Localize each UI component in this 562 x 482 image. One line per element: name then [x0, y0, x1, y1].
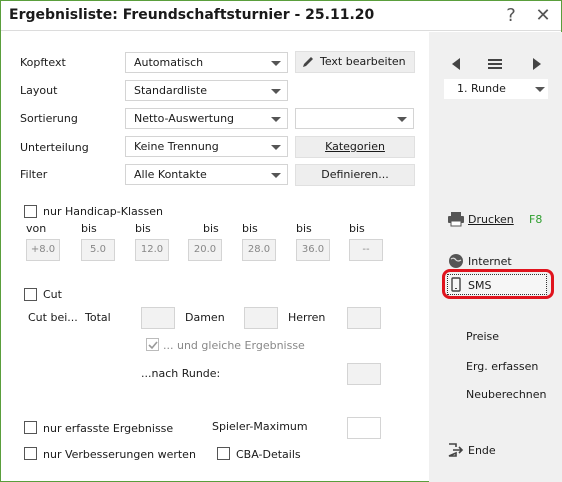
hcp-value-field[interactable]: -- — [349, 239, 383, 261]
runde-select[interactable]: 1. Runde — [444, 79, 548, 99]
sortierung-label: Sortierung — [20, 112, 78, 125]
menu-icon[interactable] — [487, 58, 503, 70]
gleiche-ergebnisse-checkbox[interactable] — [146, 338, 159, 351]
arrow-right-icon[interactable] — [531, 57, 543, 71]
kategorien-button[interactable]: Kategorien — [295, 136, 415, 158]
erfasste-ergebnisse-label: nur erfasste Ergebnisse — [43, 422, 174, 435]
spieler-maximum-label: Spieler-Maximum — [212, 420, 308, 433]
drucken-button[interactable]: Drucken — [468, 213, 514, 226]
result-list-dialog: Ergebnisliste: Freundschaftsturnier - 25… — [0, 0, 562, 482]
sortierung-value: Netto-Auswertung — [134, 112, 235, 125]
sortierung-secondary-select[interactable] — [295, 108, 414, 129]
text-bearbeiten-button[interactable]: Text bearbeiten — [295, 51, 415, 73]
unterteilung-label: Unterteilung — [20, 141, 89, 154]
kategorien-label: Kategorien — [325, 140, 385, 153]
verbesserungen-label: nur Verbesserungen werten — [43, 448, 196, 461]
internet-button[interactable]: Internet — [468, 255, 512, 268]
hcp-value-field[interactable]: 5.0 — [81, 239, 115, 261]
filter-label: Filter — [20, 168, 48, 181]
sms-button[interactable] — [447, 274, 547, 295]
hcp-value-field[interactable]: 36.0 — [296, 239, 330, 261]
chevron-down-icon — [271, 145, 281, 150]
hcp-header: bis — [81, 222, 97, 235]
layout-select[interactable]: Standardliste — [125, 80, 288, 101]
filter-value: Alle Kontakte — [134, 168, 207, 181]
runde-value: 1. Runde — [457, 82, 506, 95]
unterteilung-select[interactable]: Keine Trennung — [125, 136, 288, 157]
gleiche-ergebnisse-label: ... und gleiche Ergebnisse — [163, 339, 305, 352]
sortierung-select[interactable]: Netto-Auswertung — [125, 108, 288, 129]
damen-field[interactable] — [244, 307, 278, 329]
hcp-value-field[interactable]: +8.0 — [26, 239, 60, 261]
hcp-header: bis — [203, 222, 219, 235]
drucken-label: Drucken — [468, 213, 514, 226]
nach-runde-label: ...nach Runde: — [141, 367, 221, 380]
cut-checkbox[interactable] — [24, 288, 37, 301]
neuberechnen-button[interactable]: Neuberechnen — [466, 388, 547, 401]
pencil-icon — [303, 57, 313, 67]
chevron-down-icon — [271, 61, 281, 66]
close-button[interactable]: ✕ — [530, 4, 556, 28]
erfasste-ergebnisse-checkbox[interactable] — [24, 421, 37, 434]
cut-bei-label: Cut bei... — [28, 311, 78, 324]
hcp-header: bis — [349, 222, 365, 235]
kopftext-label: Kopftext — [20, 56, 66, 69]
herren-label: Herren — [288, 311, 326, 324]
chevron-down-icon — [397, 117, 407, 122]
herren-field[interactable] — [347, 307, 381, 329]
handicap-checkbox-label: nur Handicap-Klassen — [43, 205, 163, 218]
exit-icon — [448, 443, 464, 457]
chevron-down-icon — [535, 87, 545, 92]
hcp-value-field[interactable]: 28.0 — [242, 239, 276, 261]
preise-button[interactable]: Preise — [466, 330, 499, 343]
layout-value: Standardliste — [134, 84, 207, 97]
nach-runde-field[interactable] — [347, 363, 381, 385]
total-label: Total — [85, 311, 111, 324]
help-button[interactable]: ? — [498, 4, 524, 28]
cba-details-checkbox[interactable] — [217, 447, 230, 460]
hcp-header: von — [26, 222, 47, 235]
checkmark-icon — [148, 341, 158, 350]
chevron-down-icon — [271, 117, 281, 122]
arrow-left-icon[interactable] — [450, 57, 462, 71]
hcp-header: bis — [296, 222, 312, 235]
hcp-header: bis — [135, 222, 151, 235]
title-bar: Ergebnisliste: Freundschaftsturnier - 25… — [1, 1, 561, 31]
chevron-down-icon — [271, 89, 281, 94]
drucken-shortcut: F8 — [529, 213, 543, 226]
kopftext-select[interactable]: Automatisch — [125, 52, 288, 73]
phone-icon — [451, 277, 461, 292]
spieler-maximum-field[interactable] — [347, 417, 381, 439]
layout-label: Layout — [20, 84, 58, 97]
text-bearbeiten-label: Text bearbeiten — [320, 55, 406, 68]
handicap-checkbox[interactable] — [24, 205, 37, 218]
printer-icon — [448, 212, 464, 227]
filter-select[interactable]: Alle Kontakte — [125, 164, 288, 185]
sms-label: SMS — [468, 279, 492, 292]
unterteilung-value: Keine Trennung — [134, 140, 219, 153]
globe-icon — [449, 254, 463, 268]
hcp-value-field[interactable]: 12.0 — [135, 239, 169, 261]
definieren-label: Definieren... — [321, 168, 389, 181]
cut-checkbox-label: Cut — [43, 288, 62, 301]
kopftext-value: Automatisch — [134, 56, 204, 69]
total-field[interactable] — [141, 307, 175, 329]
definieren-button[interactable]: Definieren... — [295, 164, 415, 186]
hcp-header: bis — [242, 222, 258, 235]
window-title: Ergebnisliste: Freundschaftsturnier - 25… — [9, 7, 375, 23]
hcp-value-field[interactable]: 20.0 — [188, 239, 222, 261]
erg-erfassen-button[interactable]: Erg. erfassen — [466, 360, 538, 373]
cba-details-label: CBA-Details — [236, 448, 301, 461]
damen-label: Damen — [185, 311, 225, 324]
verbesserungen-checkbox[interactable] — [24, 447, 37, 460]
ende-button[interactable]: Ende — [468, 444, 496, 457]
chevron-down-icon — [271, 173, 281, 178]
